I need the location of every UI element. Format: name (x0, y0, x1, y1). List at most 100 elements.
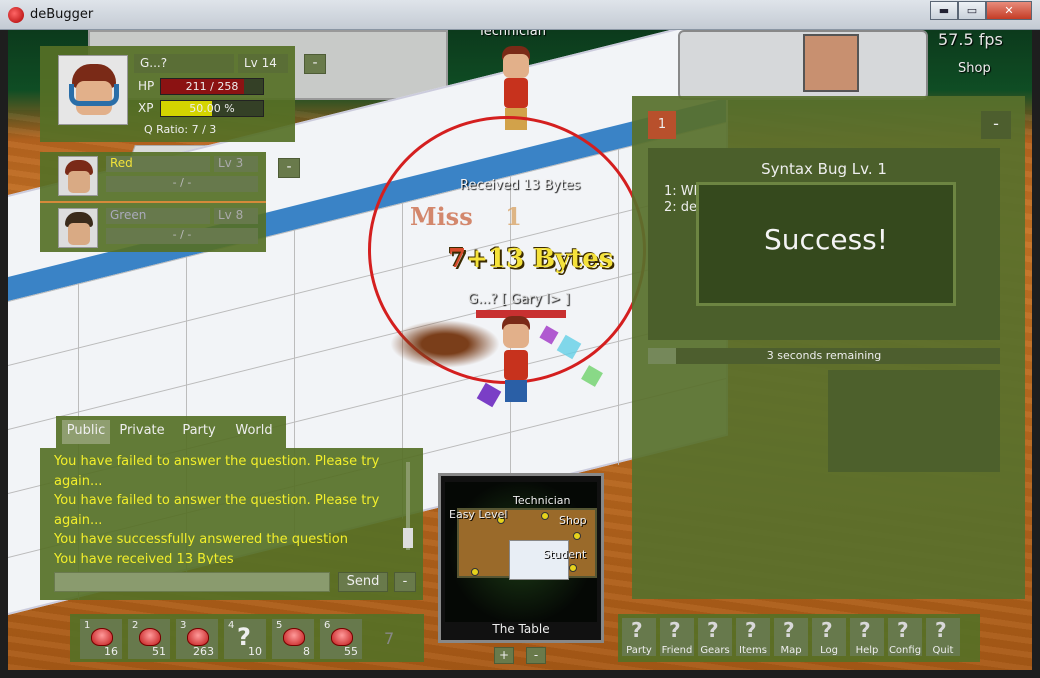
hp-bar: 211 / 258 (160, 78, 264, 95)
hp-label: HP (138, 79, 155, 93)
slot-count: 8 (303, 645, 310, 658)
party-member-level: Lv 3 (214, 156, 258, 172)
xp-value: 50.00 % (189, 102, 235, 115)
config-icon: ? (897, 618, 909, 642)
minimap-label-easy-level: Easy Level (449, 508, 508, 521)
tab-public[interactable]: Public (62, 420, 110, 444)
minimap-marker (573, 532, 581, 540)
question-ratio: Q Ratio: 7 / 3 (144, 123, 217, 136)
party-member-avatar (58, 208, 98, 248)
collapse-status-button[interactable]: - (304, 54, 326, 74)
minimap-view: Technician Easy Level Shop Student (445, 482, 597, 622)
menu-map-button[interactable]: ? Map (774, 618, 808, 656)
success-overlay: Success! (696, 182, 956, 306)
minimap-location-name: The Table (492, 622, 550, 636)
slot-number: 2 (132, 620, 139, 631)
shop-npc-label: Shop (958, 61, 991, 76)
main-menu-bar: ? Party ? Friend ? Gears ? Items ? Map ? Log ?… (618, 614, 980, 662)
quit-icon: ? (935, 618, 947, 642)
maximize-button[interactable]: ▭ (958, 1, 986, 20)
send-button[interactable]: Send (338, 572, 388, 592)
question-title: Syntax Bug Lv. 1 (761, 160, 887, 178)
slot-number: 3 (180, 620, 187, 631)
menu-friend-button[interactable]: ? Friend (660, 618, 694, 656)
party-member-name: Green (106, 208, 210, 224)
minimap-marker (471, 568, 479, 576)
miss-label: Miss (410, 202, 473, 231)
hotbar-slot[interactable]: 7 (368, 619, 410, 659)
menu-gears-button[interactable]: ? Gears (698, 618, 732, 656)
slot-count: 263 (193, 645, 214, 658)
collapse-chat-button[interactable]: - (394, 572, 416, 592)
party-member-hp: - / - (106, 228, 258, 244)
menu-label: Friend (661, 645, 693, 656)
technician-npc-label: Technician (478, 30, 546, 39)
hotbar-slot[interactable]: 3 263 (176, 619, 218, 659)
bytes-gain-label: +13 Bytes (466, 244, 614, 274)
log-icon: ? (821, 618, 833, 642)
chat-log[interactable]: You have failed to answer the question. … (54, 452, 394, 564)
minimap[interactable]: Technician Easy Level Shop Student The T… (438, 473, 604, 643)
timer-text: 3 seconds remaining (766, 349, 882, 362)
collapse-party-button[interactable]: - (278, 158, 300, 178)
help-icon: ? (859, 618, 871, 642)
hotbar-slot[interactable]: 6 55 (320, 619, 362, 659)
minimap-zoom-in-button[interactable]: + (494, 647, 514, 664)
slot-count: 10 (248, 645, 262, 658)
window-titlebar: deBugger ▬ ▭ ✕ (0, 0, 1040, 30)
fps-counter: 57.5 fps (938, 30, 1003, 49)
minimap-label-technician: Technician (513, 494, 571, 507)
hotbar-slot[interactable]: 5 8 (272, 619, 314, 659)
miss-text: Miss 1 (410, 202, 522, 231)
menu-help-button[interactable]: ? Help (850, 618, 884, 656)
friend-icon: ? (669, 618, 681, 642)
window-controls: ▬ ▭ ✕ (930, 1, 1032, 20)
tab-party[interactable]: Party (174, 420, 224, 444)
question-number-tab[interactable]: 1 (648, 111, 676, 139)
hotbar-slot[interactable]: 4 ? 10 (224, 619, 266, 659)
collapse-question-button[interactable]: - (981, 111, 1011, 139)
question-timer-bar: 3 seconds remaining (648, 348, 1000, 364)
question-image-area (828, 370, 1000, 472)
chat-panel: You have failed to answer the question. … (40, 448, 423, 600)
minimap-marker (541, 512, 549, 520)
bytes-gain-text: 7+13 Bytes (448, 244, 613, 274)
hotbar-slot[interactable]: 1 16 (80, 619, 122, 659)
minimap-zoom-out-button[interactable]: - (526, 647, 546, 664)
party-member-name: Red (106, 156, 210, 172)
chat-scrollbar-thumb[interactable] (403, 528, 413, 548)
app-bug-icon (8, 7, 24, 23)
menu-quit-button[interactable]: ? Quit (926, 618, 960, 656)
player-status-panel: G...? Lv 14 HP 211 / 258 XP 50.00 % Q Ra… (40, 46, 295, 142)
chat-input[interactable] (54, 572, 330, 592)
bug-icon (91, 628, 113, 646)
tab-world[interactable]: World (228, 420, 280, 444)
game-viewport[interactable]: 57.5 fps Shop Technician Received 13 Byt… (8, 30, 1032, 670)
menu-items-button[interactable]: ? Items (736, 618, 770, 656)
slot-count: 51 (152, 645, 166, 658)
minimize-button[interactable]: ▬ (930, 1, 958, 20)
menu-label: Gears (700, 645, 730, 656)
slot-number: 5 (276, 620, 283, 631)
menu-label: Quit (932, 645, 954, 656)
tab-private[interactable]: Private (114, 420, 170, 444)
xp-bar: 50.00 % (160, 100, 264, 117)
minimap-marker (569, 564, 577, 572)
bug-icon (187, 628, 209, 646)
menu-config-button[interactable]: ? Config (888, 618, 922, 656)
menu-party-button[interactable]: ? Party (622, 618, 656, 656)
party-divider (40, 201, 266, 203)
menu-label: Party (626, 645, 652, 656)
spider-bug-enemy[interactable] (390, 320, 500, 368)
chat-message: You have failed to answer the question. … (54, 493, 380, 508)
slot-count: 55 (344, 645, 358, 658)
map-icon: ? (783, 618, 795, 642)
minimap-label-student: Student (543, 548, 587, 561)
hotbar-slot[interactable]: 2 51 (128, 619, 170, 659)
chat-message: again... (54, 512, 103, 528)
party-member[interactable]: Green Lv 8 - / - (40, 204, 266, 252)
close-button[interactable]: ✕ (986, 1, 1032, 20)
hp-value: 211 / 258 (185, 80, 239, 93)
menu-log-button[interactable]: ? Log (812, 618, 846, 656)
party-member[interactable]: Red Lv 3 - / - (40, 152, 266, 200)
